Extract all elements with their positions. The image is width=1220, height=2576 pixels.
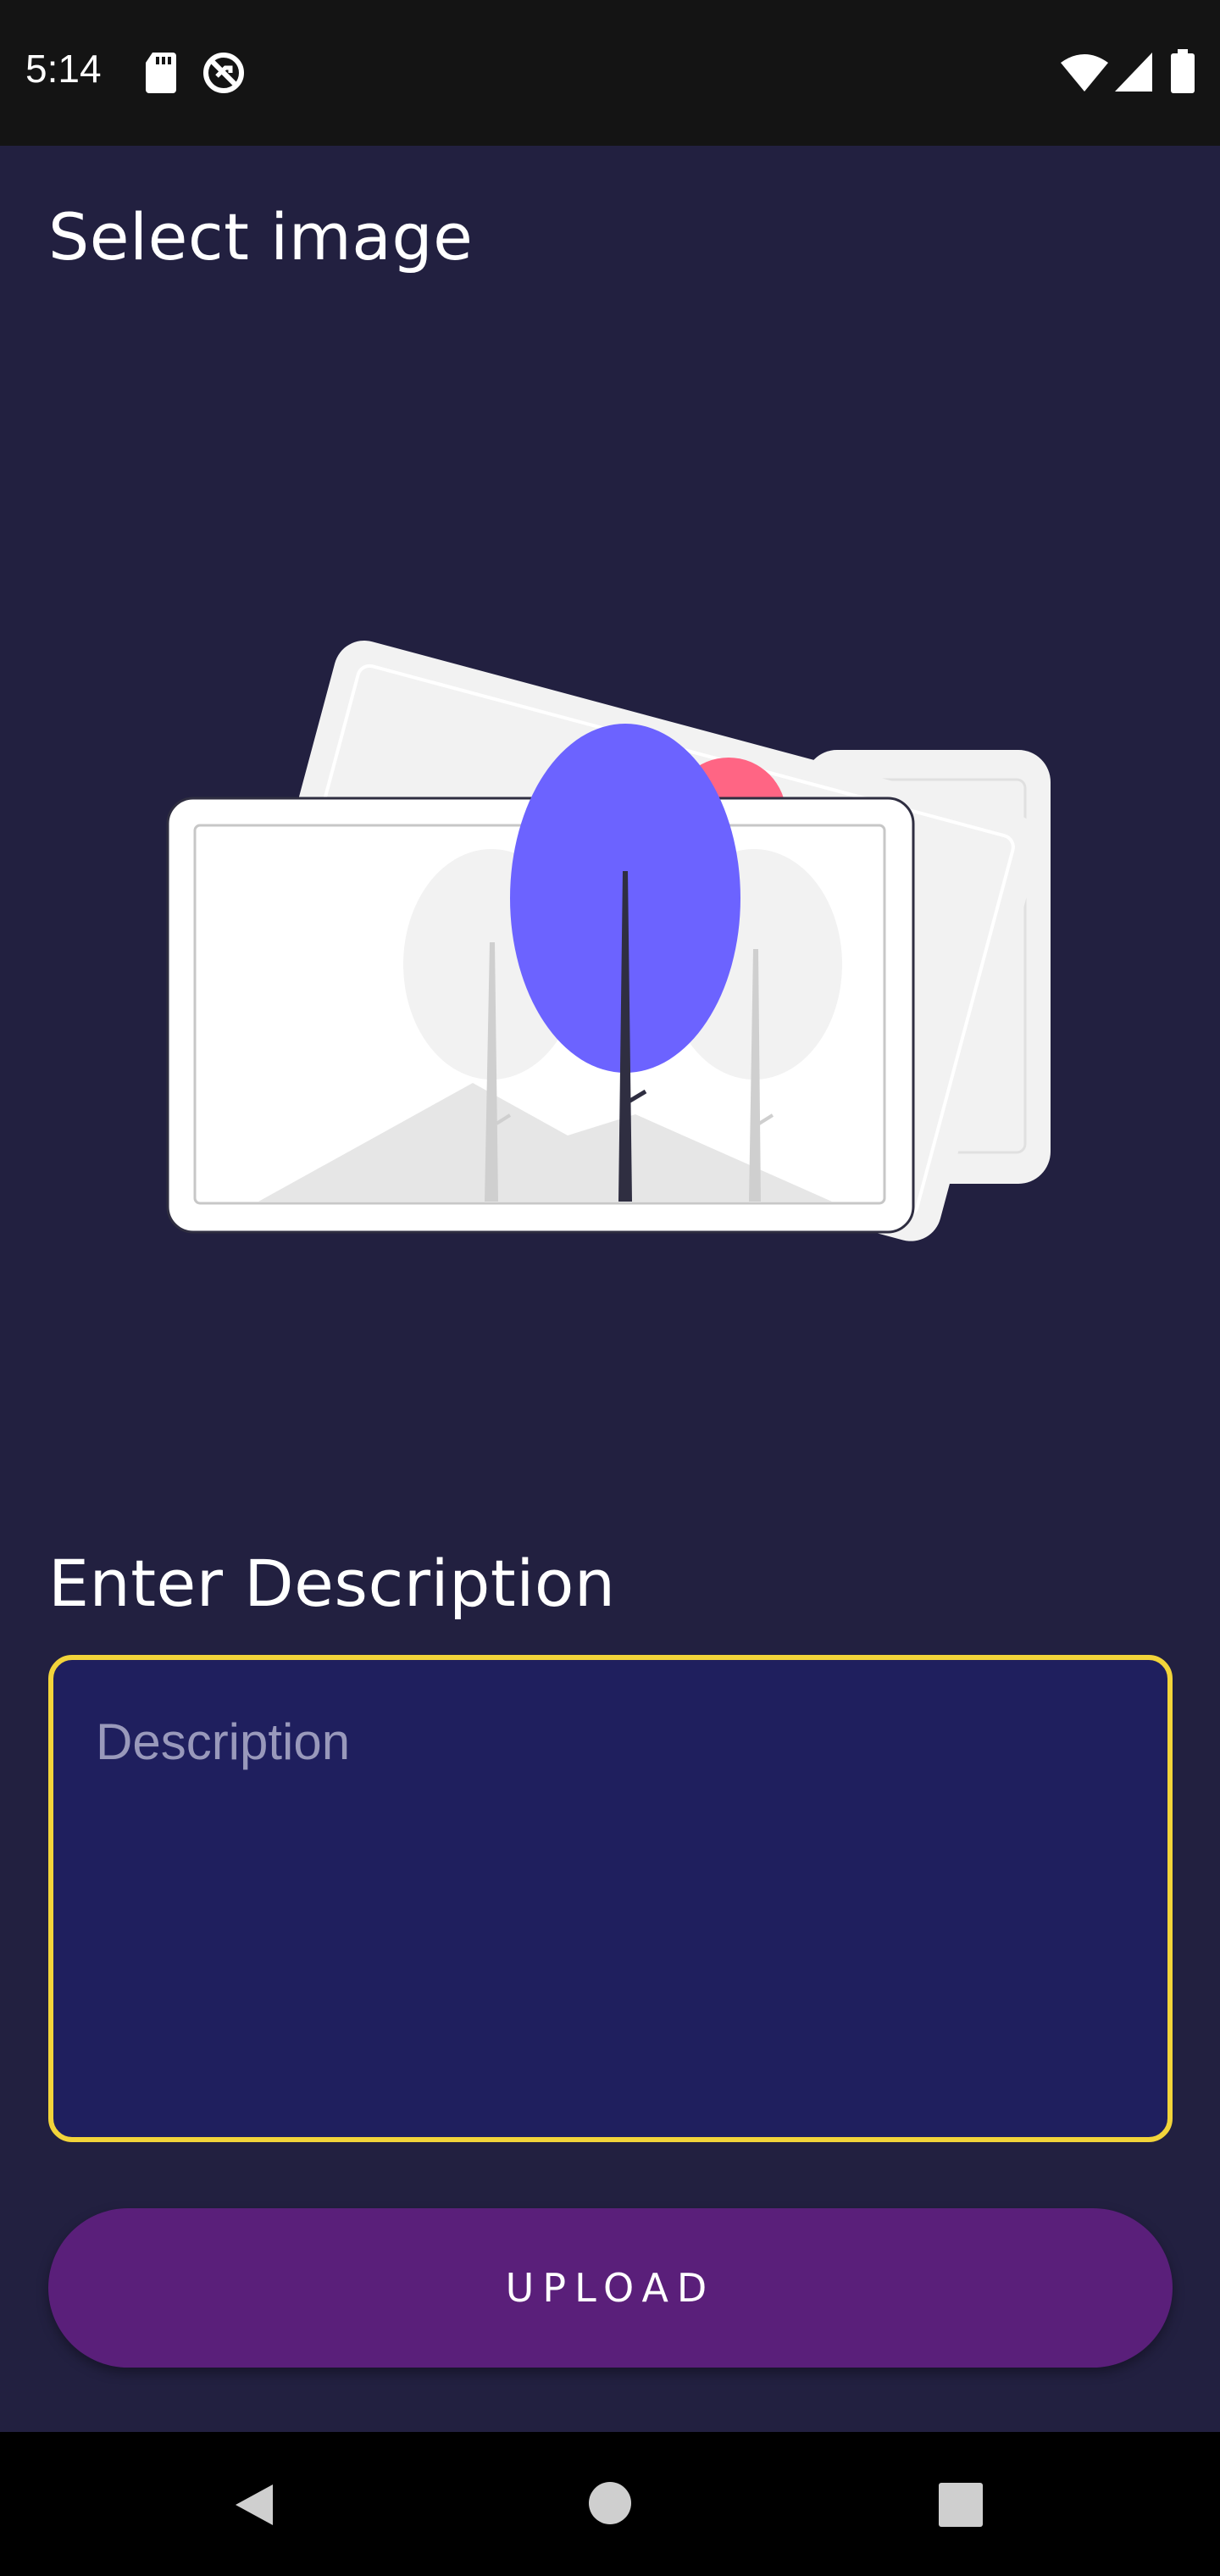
upload-button[interactable]: UPLOAD [48, 2208, 1173, 2368]
app-screen: 5:14 Select image Enter Description Desc… [0, 0, 1220, 2576]
wifi-icon [1061, 54, 1108, 92]
recent-apps-icon[interactable] [939, 2483, 983, 2527]
back-icon[interactable] [230, 2481, 278, 2529]
battery-icon [1171, 49, 1195, 93]
select-image-title: Select image [48, 199, 474, 275]
sync-disabled-icon [203, 53, 244, 93]
cell-signal-icon [1115, 53, 1152, 92]
image-illustration-icon[interactable] [161, 551, 1059, 1246]
home-icon[interactable] [588, 2481, 632, 2525]
sd-card-icon [146, 53, 176, 93]
description-title: Enter Description [48, 1546, 616, 1621]
status-bar: 5:14 [0, 0, 1220, 146]
description-field[interactable] [48, 1655, 1173, 2142]
status-time: 5:14 [25, 47, 102, 91]
